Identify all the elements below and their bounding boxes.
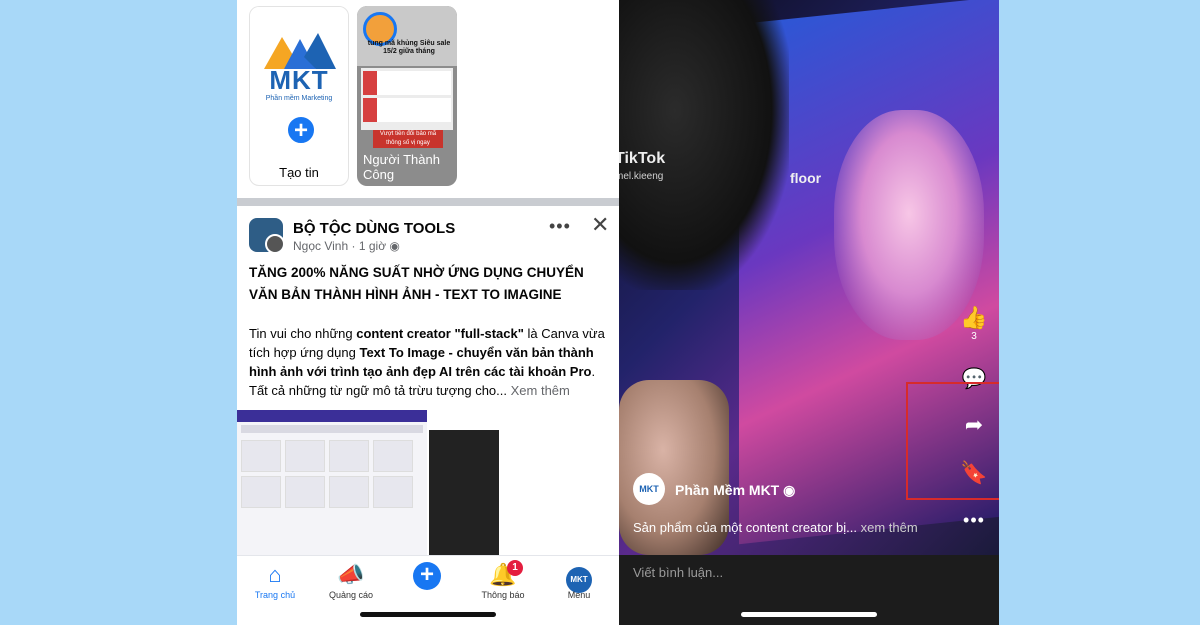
tiktok-brand: TikTok [619,150,666,167]
bell-icon: 🔔 [489,562,517,587]
story-author-name: Người Thành Công [363,152,440,182]
nav-notifications-label: Thông báo [481,590,525,600]
globe-icon: ◉ [389,239,400,253]
post-body-bold: content creator "full-stack" [356,326,524,341]
screenshot-dark-panel [429,430,499,555]
post-author[interactable]: Ngọc Vinh [293,239,348,253]
story-card-nguoi-thanh-cong[interactable]: tung mã khủng Siêu sale 15/2 giữa tháng … [357,6,457,186]
author-name-text: Phần Mềm MKT [675,482,780,498]
stories-row: MKT Phần mềm Marketing + Tạo tin tung mã… [237,0,619,198]
story-preview-rows [361,68,453,130]
video-overlay-text: floor [790,170,822,186]
post-meta: Ngọc Vinh · 1 giờ ◉ [293,239,400,253]
author-name: Phần Mềm MKT ◉ [675,482,795,499]
screenshot-thumb [241,476,281,508]
screenshot-thumb [373,476,413,508]
nav-create[interactable]: + [389,562,465,590]
section-divider [237,198,619,206]
nav-home-label: Trang chủ [254,590,296,600]
post-time: 1 giờ [358,239,387,253]
screenshot-header [237,410,427,422]
screenshot-toolbar [241,425,423,433]
notification-badge: 1 [507,560,523,576]
post-body-text: Tin vui cho những [249,326,357,341]
post-title: TĂNG 200% NĂNG SUẤT NHỜ ỨNG DỤNG CHUYỂN … [249,265,584,302]
see-more-link[interactable]: Xem thêm [507,383,570,398]
nav-ads[interactable]: 📣 Quảng cáo [313,562,389,600]
like-icon: 👍 [960,305,988,330]
screenshot-thumb [285,476,325,508]
screenshot-thumb [329,476,369,508]
like-count: 3 [971,331,977,342]
post-body: Tin vui cho những content creator "full-… [249,324,611,400]
reel-caption: Sản phẩm của một content creator bị... x… [633,520,963,535]
screenshot-grid [237,436,427,512]
megaphone-icon: 📣 [337,562,365,587]
screenshot-thumb [241,440,281,472]
reel-viewer-screen: TikTok mel.kieeng floor 👍 3 💬 ➦ 🔖 ••• MK… [619,0,999,625]
post-more-icon[interactable]: ••• [549,216,571,237]
avatar-menu-icon: MKT [541,562,617,593]
story-preview-row [363,71,451,95]
comment-input[interactable]: Viết bình luận... [633,565,723,580]
globe-icon: ◉ [783,482,796,498]
caption-text: Sản phẩm của một content creator bị... [633,520,858,535]
see-more-link[interactable]: xem thêm [857,520,918,535]
more-icon[interactable]: ••• [959,510,989,531]
home-indicator [741,612,877,617]
home-indicator [360,612,496,617]
facebook-feed-screen: MKT Phần mềm Marketing + Tạo tin tung mã… [237,0,619,625]
add-story-plus-icon[interactable]: + [286,115,316,145]
screenshot-thumb [285,440,325,472]
mkt-logo-mark-icon [264,33,336,69]
highlight-box [906,382,999,500]
group-name[interactable]: BỘ TỘC DÙNG TOOLS [293,220,455,237]
post-image-2[interactable] [429,410,619,555]
create-story-label: Tạo tin [279,165,319,180]
nav-menu-label: Menu [567,590,591,600]
screenshot-thumb [329,440,369,472]
create-story-card[interactable]: MKT Phần mềm Marketing + Tạo tin [249,6,349,186]
author-avatar [265,234,283,252]
post-close-icon[interactable]: ✕ [591,212,609,238]
nav-home[interactable]: ⌂ Trang chủ [237,562,313,600]
tiktok-watermark: TikTok mel.kieeng [619,150,665,186]
create-plus-icon: + [389,562,465,590]
author-avatar: MKT [633,473,665,505]
video-foreground-hair [619,0,789,290]
mkt-logo: MKT Phần mềm Marketing [250,7,348,127]
screenshot-thumb [373,440,413,472]
like-button[interactable]: 👍 3 [959,305,989,342]
group-post: BỘ TỘC DÙNG TOOLS Ngọc Vinh · 1 giờ ◉ ••… [237,206,619,406]
story-note: Vượt tiền đổi bảo mã thông số vị ngay [373,130,443,148]
story-promo-text: tung mã khủng Siêu sale 15/2 giữa tháng [367,40,451,55]
mkt-brand-text: MKT [269,65,329,95]
post-image-1[interactable] [237,410,427,555]
nav-ads-label: Quảng cáo [328,590,374,600]
home-icon: ⌂ [268,562,282,587]
group-avatar[interactable] [249,218,283,252]
mkt-brand-subtitle: Phần mềm Marketing [265,95,333,102]
meta-dot: · [351,239,359,253]
tiktok-handle: mel.kieeng [619,171,664,182]
story-preview-row [363,98,451,122]
nav-notifications[interactable]: 🔔 1 Thông báo [465,560,541,600]
nav-menu[interactable]: MKT Menu [541,562,617,600]
